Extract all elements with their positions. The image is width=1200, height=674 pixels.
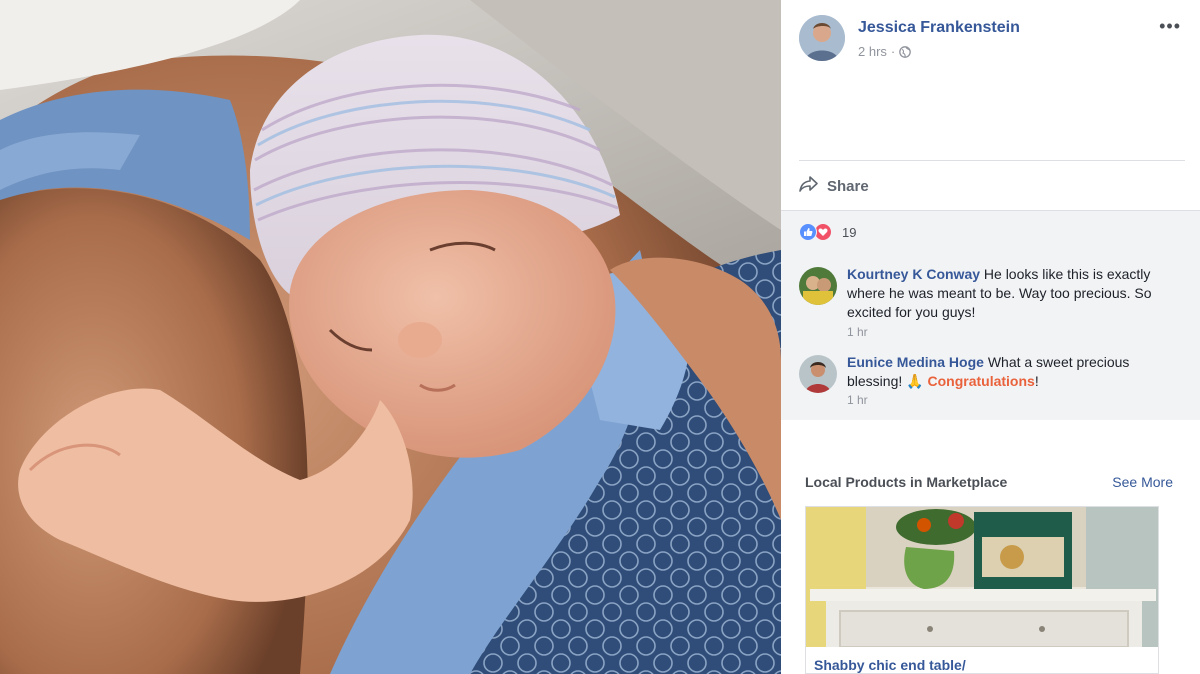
share-button[interactable]: Share (799, 172, 869, 200)
praying-hands-emoji: 🙏 (906, 373, 924, 389)
author-name-link[interactable]: Jessica Frankenstein (858, 19, 1020, 37)
comments-section: 19 Kourtney K Conway He looks like this … (781, 210, 1200, 420)
comment-time[interactable]: 1 hr (847, 393, 868, 407)
comment-text: Kourtney K Conway He looks like this is … (847, 265, 1177, 322)
comment-author-link[interactable]: Eunice Medina Hoge (847, 354, 984, 370)
post-time[interactable]: 2 hrs (858, 44, 887, 59)
marketplace-title: Local Products in Marketplace (805, 474, 1008, 490)
marketplace-item-image (806, 507, 1158, 673)
marketplace-section: Local Products in Marketplace See More S… (781, 460, 1200, 674)
commenter-avatar[interactable] (799, 267, 837, 305)
post-meta: 2 hrs · (858, 44, 912, 59)
globe-icon (899, 45, 912, 58)
comment-time[interactable]: 1 hr (847, 325, 868, 339)
post-header: Jessica Frankenstein 2 hrs · ••• (799, 15, 1189, 65)
hashtag-link[interactable]: Congratulations (927, 373, 1034, 389)
comment-item: Kourtney K Conway He looks like this is … (799, 265, 1179, 345)
meta-separator: · (890, 44, 896, 59)
comment-text: Eunice Medina Hoge What a sweet precious… (847, 353, 1177, 391)
commenter-avatar[interactable] (799, 355, 837, 393)
share-label: Share (827, 177, 869, 195)
author-avatar-image (799, 15, 845, 61)
author-avatar[interactable] (799, 15, 845, 61)
comment-item: Eunice Medina Hoge What a sweet precious… (799, 353, 1179, 419)
post-photo[interactable] (0, 0, 781, 674)
see-more-link[interactable]: See More (1112, 474, 1173, 490)
ellipsis-icon[interactable]: ••• (1159, 17, 1181, 35)
divider (799, 160, 1185, 161)
post-side-panel: Jessica Frankenstein 2 hrs · ••• Share 1… (781, 0, 1200, 674)
reaction-count[interactable]: 19 (842, 225, 856, 240)
marketplace-item-title[interactable]: Shabby chic end table/ (814, 657, 966, 673)
share-arrow-icon (799, 175, 819, 198)
comment-message-end: ! (1034, 373, 1039, 389)
like-icon (799, 223, 817, 241)
newborn-photo-image (0, 0, 781, 674)
marketplace-item-card[interactable]: Shabby chic end table/ (805, 506, 1159, 674)
reactions-summary[interactable]: 19 (799, 223, 856, 241)
comment-author-link[interactable]: Kourtney K Conway (847, 266, 980, 282)
